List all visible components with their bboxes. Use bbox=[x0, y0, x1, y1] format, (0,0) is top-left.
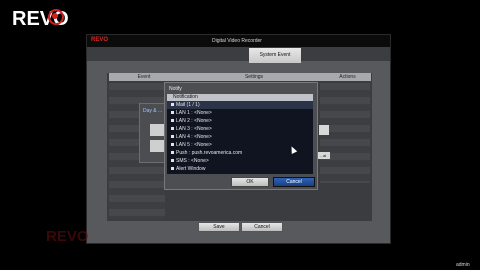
notify-item-mail[interactable]: Mail (1 / 1) bbox=[167, 101, 313, 109]
col-event: Event bbox=[137, 74, 151, 80]
notify-item-label: Push : push.revoamerica.com bbox=[176, 150, 243, 156]
checkbox-icon[interactable] bbox=[171, 127, 174, 131]
logo-dot-icon bbox=[52, 13, 58, 19]
notify-item-label: LAN 2 : <None> bbox=[176, 118, 212, 124]
checkbox-icon[interactable] bbox=[171, 143, 174, 147]
notify-item-lan1[interactable]: LAN 1 : <None> bbox=[171, 109, 212, 117]
notify-item-lan5[interactable]: LAN 5 : <None> bbox=[171, 141, 212, 149]
notify-cancel-button[interactable]: Cancel bbox=[273, 177, 315, 187]
notification-header: Notification bbox=[167, 94, 313, 101]
col-actions: Actions bbox=[339, 74, 356, 80]
notify-item-label: LAN 3 : <None> bbox=[176, 126, 212, 132]
notify-item-label: Mail (1 / 1) bbox=[176, 102, 200, 108]
column-headers: Event Settings Actions bbox=[109, 73, 371, 81]
tab-bar bbox=[87, 47, 390, 61]
notify-dialog: Notify Notification Mail (1 / 1) LAN 1 :… bbox=[164, 82, 318, 190]
notify-title: Notify bbox=[169, 86, 182, 92]
col-settings: Settings bbox=[244, 74, 264, 80]
tab-system-event[interactable]: System Event bbox=[249, 48, 301, 63]
checkbox-icon[interactable] bbox=[171, 135, 174, 139]
notify-item-lan4[interactable]: LAN 4 : <None> bbox=[171, 133, 212, 141]
checkbox-icon[interactable] bbox=[171, 159, 174, 163]
save-button[interactable]: Save bbox=[198, 222, 240, 232]
checkbox-icon[interactable] bbox=[171, 111, 174, 115]
notify-item-label: Alert Window bbox=[176, 166, 206, 172]
notify-item-alert-window[interactable]: Alert Window bbox=[171, 165, 205, 173]
notify-item-label: LAN 5 : <None> bbox=[176, 142, 212, 148]
checkbox-icon[interactable] bbox=[171, 103, 174, 107]
user-label: admin bbox=[456, 262, 470, 268]
notify-item-label: SMS : <None> bbox=[176, 158, 209, 164]
notify-item-sms[interactable]: SMS : <None> bbox=[171, 157, 209, 165]
notification-list: Notification Mail (1 / 1) LAN 1 : <None>… bbox=[167, 94, 313, 174]
background-dialog-label: Day & ... bbox=[143, 108, 163, 114]
notify-item-label: LAN 4 : <None> bbox=[176, 134, 212, 140]
background-field bbox=[150, 124, 164, 136]
background-button: ...al bbox=[316, 152, 330, 159]
notify-item-push[interactable]: Push : push.revoamerica.com bbox=[171, 149, 242, 157]
checkbox-icon[interactable] bbox=[171, 119, 174, 123]
notify-item-lan2[interactable]: LAN 2 : <None> bbox=[171, 117, 212, 125]
checkbox-icon[interactable] bbox=[171, 151, 174, 155]
window-brand: REVO bbox=[91, 37, 109, 43]
window-title: Digital Video Recorder bbox=[212, 38, 262, 44]
watermark-logo: REVO bbox=[46, 228, 89, 245]
checkbox-icon[interactable] bbox=[171, 167, 174, 171]
cancel-button[interactable]: Cancel bbox=[241, 222, 283, 232]
title-bar: REVO Digital Video Recorder bbox=[87, 35, 390, 47]
ok-button[interactable]: OK bbox=[231, 177, 269, 187]
background-field bbox=[150, 140, 164, 152]
notify-item-lan3[interactable]: LAN 3 : <None> bbox=[171, 125, 212, 133]
notify-item-label: LAN 1 : <None> bbox=[176, 110, 212, 116]
background-field bbox=[319, 125, 329, 135]
